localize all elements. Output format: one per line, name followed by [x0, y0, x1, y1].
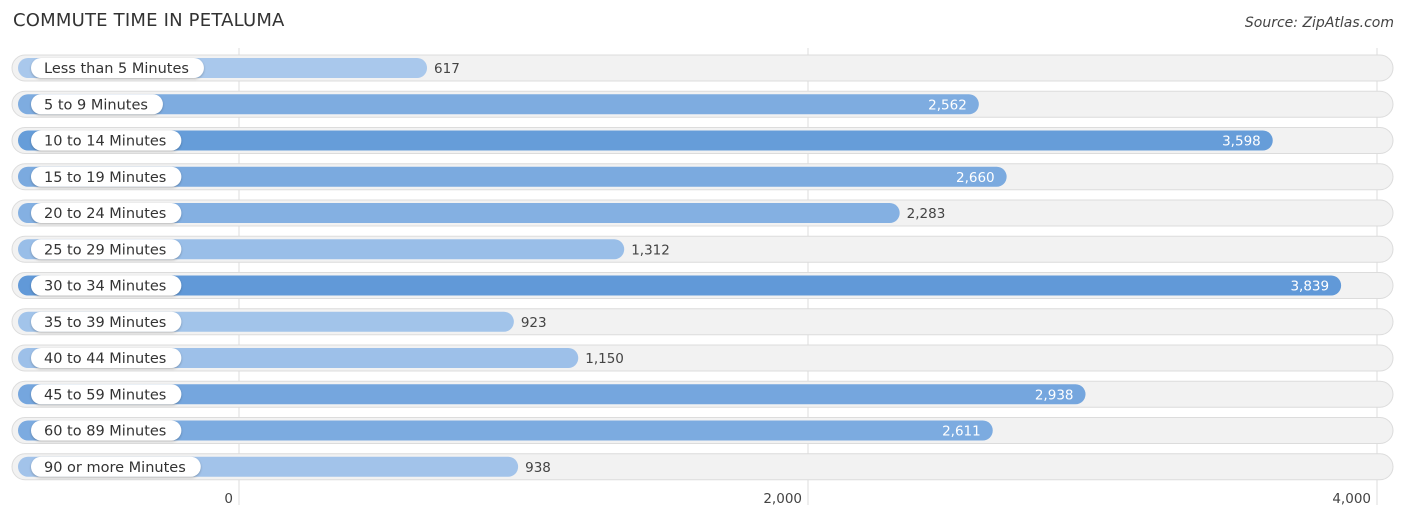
- bar-row: 90 or more Minutes 938: [11, 453, 1394, 481]
- value-label: 923: [521, 315, 547, 331]
- category-label: 30 to 34 Minutes: [44, 279, 166, 295]
- x-tick-label: 2,000: [763, 491, 802, 507]
- value-label: 2,938: [1035, 387, 1074, 403]
- category-label: 40 to 44 Minutes: [44, 351, 166, 367]
- value-label: 2,283: [907, 206, 946, 222]
- value-label: 1,312: [631, 242, 670, 258]
- value-label: 2,660: [956, 170, 995, 186]
- value-label: 3,839: [1290, 279, 1329, 295]
- category-label: 20 to 24 Minutes: [44, 206, 166, 222]
- value-label: 3,598: [1222, 134, 1261, 150]
- bar-row: 60 to 89 Minutes 2,611: [11, 417, 1394, 444]
- category-label: 15 to 19 Minutes: [44, 170, 166, 186]
- category-label: 90 or more Minutes: [44, 460, 186, 476]
- bar-row: 10 to 14 Minutes 3,598: [11, 127, 1394, 154]
- bar-row: 25 to 29 Minutes 1,312: [11, 235, 1394, 263]
- x-tick-label: 4,000: [1332, 491, 1371, 507]
- bar-row: 45 to 59 Minutes 2,938: [11, 380, 1394, 408]
- bar-chart: Less than 5 Minutes 617 5 to 9 Minutes 2,56…: [11, 48, 1394, 507]
- category-label: 35 to 39 Minutes: [44, 315, 166, 331]
- bar-row: 35 to 39 Minutes 923: [11, 308, 1394, 336]
- value-label: 1,150: [585, 351, 624, 367]
- x-tick-label: 0: [224, 491, 233, 507]
- bar-row: 30 to 34 Minutes 3,839: [11, 272, 1394, 299]
- category-label: 60 to 89 Minutes: [44, 424, 166, 440]
- category-label: 10 to 14 Minutes: [44, 134, 166, 150]
- category-label: 5 to 9 Minutes: [44, 97, 148, 113]
- value-label: 2,562: [928, 97, 967, 113]
- x-axis: 0 2,000 4,000: [224, 491, 1371, 507]
- bar-rows: Less than 5 Minutes 617 5 to 9 Minutes 2,56…: [11, 54, 1394, 481]
- category-label: Less than 5 Minutes: [44, 61, 189, 77]
- category-label: 25 to 29 Minutes: [44, 242, 166, 258]
- bar-row: 20 to 24 Minutes 2,283: [11, 199, 1394, 227]
- value-label: 2,611: [942, 424, 981, 440]
- bar-row: 5 to 9 Minutes 2,562: [11, 90, 1394, 118]
- value-label: 938: [525, 460, 551, 476]
- category-label: 45 to 59 Minutes: [44, 387, 166, 403]
- bar-row: 40 to 44 Minutes 1,150: [11, 344, 1394, 372]
- bar: [18, 130, 1273, 151]
- value-label: 617: [434, 61, 460, 77]
- bar: [18, 275, 1342, 296]
- bar-row: 15 to 19 Minutes 2,660: [11, 163, 1394, 191]
- bar-row: Less than 5 Minutes 617: [11, 54, 1394, 82]
